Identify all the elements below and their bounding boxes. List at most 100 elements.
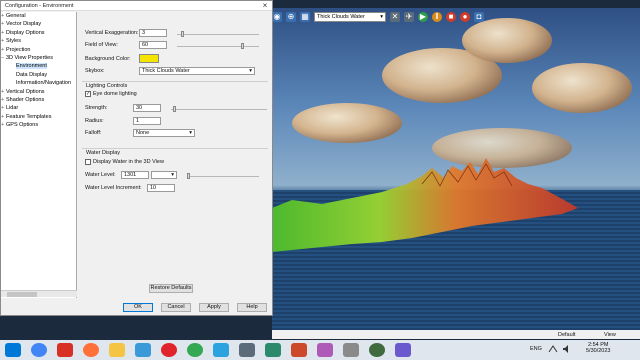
fly-icon[interactable]: ✈ <box>404 12 414 22</box>
chevron-down-icon: ▾ <box>249 68 252 74</box>
slider-knob[interactable] <box>241 43 244 49</box>
tree-item[interactable]: Environment <box>1 62 76 70</box>
opera-icon[interactable] <box>161 343 177 357</box>
configuration-dialog: Configuration - Environment × + General + V… <box>0 0 273 316</box>
apply-button[interactable]: Apply <box>199 303 229 312</box>
strength-input[interactable]: 30 <box>133 104 161 112</box>
clock[interactable]: 2:54 PM 5/30/2023 <box>586 342 610 354</box>
tree-item[interactable]: + Lidar <box>1 104 76 112</box>
tree-horizontal-scrollbar[interactable] <box>1 290 77 297</box>
ok-button[interactable]: OK <box>123 303 153 312</box>
falloff-select[interactable]: None ▾ <box>133 129 195 137</box>
pause-icon[interactable]: ‖ <box>432 12 442 22</box>
app-icon[interactable] <box>395 343 411 357</box>
tree-item-label: Information/Navigation <box>16 80 72 87</box>
tree-item[interactable]: + GPS Options <box>1 121 76 129</box>
pdf-icon[interactable] <box>57 343 73 357</box>
app-icon[interactable] <box>291 343 307 357</box>
strength-slider[interactable] <box>171 106 267 112</box>
tree-item[interactable]: + Projection <box>1 46 76 54</box>
vertical-exaggeration-input[interactable]: 3 <box>139 29 167 37</box>
water-level-label: Water Level: <box>85 172 116 178</box>
slider-knob[interactable] <box>187 173 190 179</box>
vertical-exaggeration-slider[interactable] <box>177 31 259 37</box>
cancel-button[interactable]: Cancel <box>161 303 191 312</box>
tree-item[interactable]: Information/Navigation <box>1 79 76 87</box>
firefox-icon[interactable] <box>83 343 99 357</box>
play-icon[interactable]: ▶ <box>418 12 428 22</box>
tree-item[interactable]: + Styles <box>1 37 76 45</box>
skybox-toolbar-select-value: Thick Clouds Water <box>317 14 365 20</box>
status-view: View <box>604 332 616 338</box>
tree-item-label: Feature Templates <box>6 113 52 120</box>
app-icon[interactable] <box>135 343 151 357</box>
tools-icon[interactable]: ✕ <box>390 12 400 22</box>
skybox-select[interactable]: Thick Clouds Water ▾ <box>139 67 255 75</box>
network-icon[interactable] <box>548 344 558 354</box>
field-of-view-input[interactable]: 60 <box>139 41 167 49</box>
record-icon[interactable]: ● <box>460 12 470 22</box>
tree-item-label: 3D View Properties <box>6 54 53 61</box>
skybox-select-value: Thick Clouds Water <box>142 68 190 74</box>
tree-item[interactable]: + Display Options <box>1 29 76 37</box>
status-projection: Default <box>558 332 576 338</box>
falloff-label: Falloff: <box>85 130 102 136</box>
environment-panel: Vertical Exaggeration: 3 Field of View: … <box>79 12 273 298</box>
water-level-slider[interactable] <box>187 173 259 179</box>
slider-knob[interactable] <box>173 106 176 112</box>
tree-item-label: Lidar <box>6 105 19 112</box>
chrome-alt-icon[interactable] <box>187 343 203 357</box>
water-group-label: Water Display <box>86 150 121 156</box>
zoom-icon[interactable]: ⊕ <box>286 12 296 22</box>
app-icon[interactable] <box>343 343 359 357</box>
tree-item[interactable]: + General <box>1 12 76 20</box>
start-icon[interactable] <box>5 343 21 357</box>
status-bar: Default View <box>272 330 640 339</box>
stop-icon[interactable]: ■ <box>446 12 456 22</box>
chevron-down-icon: ▾ <box>189 130 192 136</box>
telegram-icon[interactable] <box>213 343 229 357</box>
help-button[interactable]: Help <box>237 303 267 312</box>
tree-item-label: Shader Options <box>6 96 45 103</box>
tree-item[interactable]: Data Display <box>1 71 76 79</box>
3d-viewport[interactable] <box>272 8 640 330</box>
layers-icon[interactable]: ▦ <box>300 12 310 22</box>
tree-item[interactable]: + Vertical Options <box>1 88 76 96</box>
config-tree: + General + Vector Display + Display Options +… <box>1 12 77 298</box>
water-level-unit-select[interactable]: ▾ <box>151 171 177 179</box>
slider-knob[interactable] <box>181 31 184 37</box>
tree-item[interactable]: + Shader Options <box>1 96 76 104</box>
app-icon[interactable] <box>317 343 333 357</box>
chrome-icon[interactable] <box>31 343 47 357</box>
radius-input[interactable]: 1 <box>133 117 161 125</box>
tree-item[interactable]: + Feature Templates <box>1 113 76 121</box>
display-water-label: Display Water in the 3D View <box>93 159 164 165</box>
background-color-swatch[interactable] <box>139 54 159 63</box>
app-icon[interactable] <box>265 343 281 357</box>
scrollbar-thumb[interactable] <box>7 292 37 297</box>
volume-icon[interactable] <box>562 344 572 354</box>
terrain-mesh <box>272 158 578 252</box>
display-water-checkbox[interactable] <box>85 159 91 165</box>
global-mapper-icon[interactable] <box>369 343 385 357</box>
tree-item[interactable]: + Vector Display <box>1 20 76 28</box>
water-level-input[interactable]: 1301 <box>121 171 149 179</box>
close-icon[interactable]: × <box>258 1 272 11</box>
app-icon[interactable] <box>239 343 255 357</box>
language-indicator[interactable]: ENG <box>530 346 542 352</box>
tree-item[interactable]: −3D View Properties <box>1 54 76 62</box>
vertical-exaggeration-label: Vertical Exaggeration: <box>85 30 139 36</box>
eye-dome-checkbox[interactable]: ✓ <box>85 91 91 97</box>
field-of-view-slider[interactable] <box>177 43 259 49</box>
restore-defaults-button[interactable]: Restore Defaults <box>149 284 193 293</box>
tree-item-label: Vector Display <box>6 21 42 28</box>
tree-item-label: Display Options <box>6 29 45 36</box>
skybox-toolbar-select[interactable]: Thick Clouds Water ▾ <box>314 12 386 22</box>
globe-icon[interactable]: ◉ <box>272 12 282 22</box>
water-increment-input[interactable]: 10 <box>147 184 175 192</box>
dialog-titlebar[interactable]: Configuration - Environment × <box>1 1 272 11</box>
taskbar: ENG 2:54 PM 5/30/2023 <box>0 340 640 360</box>
file-explorer-icon[interactable] <box>109 343 125 357</box>
tree-item-label: Vertical Options <box>6 88 45 95</box>
camera-icon[interactable]: ◘ <box>474 12 484 22</box>
